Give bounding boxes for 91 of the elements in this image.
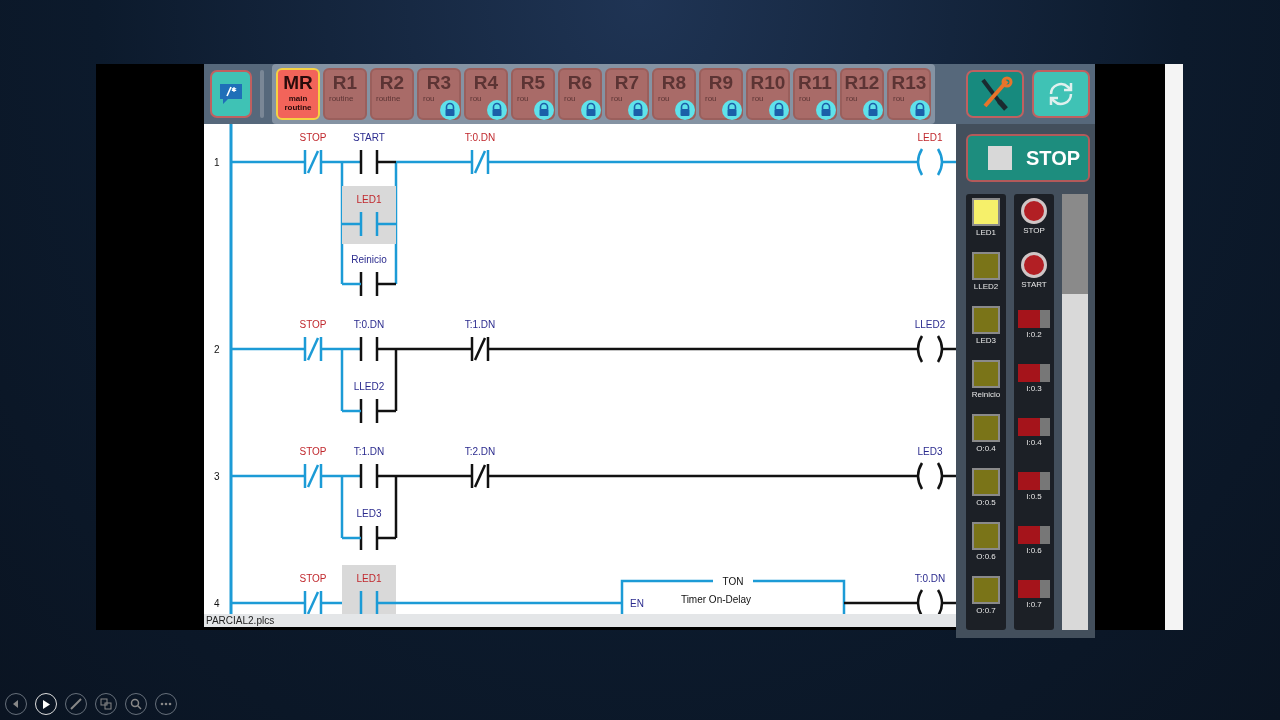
rung-number: 3 <box>214 471 220 482</box>
toggle-switch[interactable] <box>1018 526 1050 544</box>
tag-label: STOP <box>299 573 327 584</box>
output-label: O:0.5 <box>976 498 996 507</box>
routine-tab[interactable]: R8 rou <box>652 68 696 120</box>
coil-label: T:0.DN <box>914 573 946 584</box>
input-label: I:0.7 <box>1026 600 1042 609</box>
routine-tab[interactable]: R4 rou <box>464 68 508 120</box>
coil-label: LED3 <box>917 446 943 457</box>
timer-description: Timer On-Delay <box>680 594 752 605</box>
input-label: I:0.5 <box>1026 492 1042 501</box>
routine-tab[interactable]: R3 rou <box>417 68 461 120</box>
tag-label: STOP <box>299 446 327 457</box>
routine-tab[interactable]: R5 rou <box>511 68 555 120</box>
timer-type: TON <box>722 576 744 587</box>
coil-symbol[interactable] <box>916 589 944 614</box>
routine-tab[interactable]: R9 rou <box>699 68 743 120</box>
tag-label: START <box>353 132 385 143</box>
tag-label: LED3 <box>356 508 382 519</box>
tag-label: T:0.DN <box>464 132 496 143</box>
open-contact-symbol[interactable] <box>359 399 379 423</box>
timer-block[interactable] <box>620 579 846 614</box>
routine-tab[interactable]: R13 rou <box>887 68 931 120</box>
slides-icon <box>100 698 112 710</box>
open-contact-symbol[interactable] <box>359 337 379 361</box>
rung-number: 4 <box>214 598 220 609</box>
stop-button[interactable]: STOP <box>966 134 1090 182</box>
routine-tab[interactable]: R7 rou <box>605 68 649 120</box>
search-icon <box>130 698 142 710</box>
coil-symbol[interactable] <box>916 462 944 490</box>
output-label: Reinicio <box>971 390 1001 399</box>
comment-button[interactable] <box>210 70 252 118</box>
input-label: STOP <box>1023 226 1045 235</box>
output-label: LED1 <box>976 228 996 237</box>
tag-label: T:0.DN <box>353 319 385 330</box>
refresh-button[interactable] <box>1032 70 1090 118</box>
input-label: I:0.4 <box>1026 438 1042 447</box>
tag-label: T:1.DN <box>464 319 496 330</box>
push-button[interactable] <box>1021 198 1047 224</box>
toggle-switch[interactable] <box>1018 418 1050 436</box>
open-contact-symbol[interactable] <box>359 464 379 488</box>
tag-label: LED1 <box>356 194 382 205</box>
closed-contact-symbol[interactable] <box>470 464 490 488</box>
open-contact-symbol[interactable] <box>359 150 379 174</box>
output-label: LLED2 <box>973 282 999 291</box>
open-contact-symbol[interactable] <box>359 272 379 296</box>
output-label: LED3 <box>976 336 996 345</box>
tag-label: Reinicio <box>351 254 387 265</box>
stop-square-icon <box>988 146 1012 170</box>
open-contact-symbol[interactable] <box>359 526 379 550</box>
routine-tab[interactable]: R2 routine <box>370 68 414 120</box>
pen-icon <box>70 698 82 710</box>
routine-tab[interactable]: R10 rou <box>746 68 790 120</box>
toggle-switch[interactable] <box>1018 310 1050 328</box>
input-label: I:0.6 <box>1026 546 1042 555</box>
enable-label: EN <box>630 598 644 609</box>
input-label: I:0.3 <box>1026 384 1042 393</box>
rung-number: 1 <box>214 157 220 168</box>
routine-tab[interactable]: R1 routine <box>323 68 367 120</box>
tag-label: T:1.DN <box>353 446 385 457</box>
output-label: O:0.4 <box>976 444 996 453</box>
tag-label: STOP <box>299 319 327 330</box>
toggle-switch[interactable] <box>1018 364 1050 382</box>
rung-number: 2 <box>214 344 220 355</box>
tag-label: LED1 <box>356 573 382 584</box>
scrollbar-thumb[interactable] <box>1062 194 1088 294</box>
output-label: O:0.7 <box>976 606 996 615</box>
input-label: I:0.2 <box>1026 330 1042 339</box>
speech-bubble-icon <box>218 81 244 107</box>
tools-button[interactable] <box>966 70 1024 118</box>
routine-tab[interactable]: R6 rou <box>558 68 602 120</box>
toggle-switch[interactable] <box>1018 580 1050 598</box>
tag-label: STOP <box>299 132 327 143</box>
closed-contact-symbol[interactable] <box>470 337 490 361</box>
push-button[interactable] <box>1021 252 1047 278</box>
routine-tab[interactable]: MR main routine <box>276 68 320 120</box>
more-icon <box>160 702 172 706</box>
toggle-switch[interactable] <box>1018 472 1050 490</box>
previous-icon <box>12 700 20 708</box>
routine-tab[interactable]: R11 rou <box>793 68 837 120</box>
play-icon <box>42 699 50 709</box>
output-label: O:0.6 <box>976 552 996 561</box>
scrollbar[interactable] <box>1062 194 1088 630</box>
tag-label: T:2.DN <box>464 446 496 457</box>
routine-tab[interactable]: R12 rou <box>840 68 884 120</box>
tag-label: LLED2 <box>353 381 385 392</box>
input-label: START <box>1021 280 1047 289</box>
coil-label: LED1 <box>917 132 943 143</box>
coil-label: LLED2 <box>914 319 946 330</box>
file-name: PARCIAL2.plcs <box>204 614 956 627</box>
coil-symbol[interactable] <box>916 335 944 363</box>
